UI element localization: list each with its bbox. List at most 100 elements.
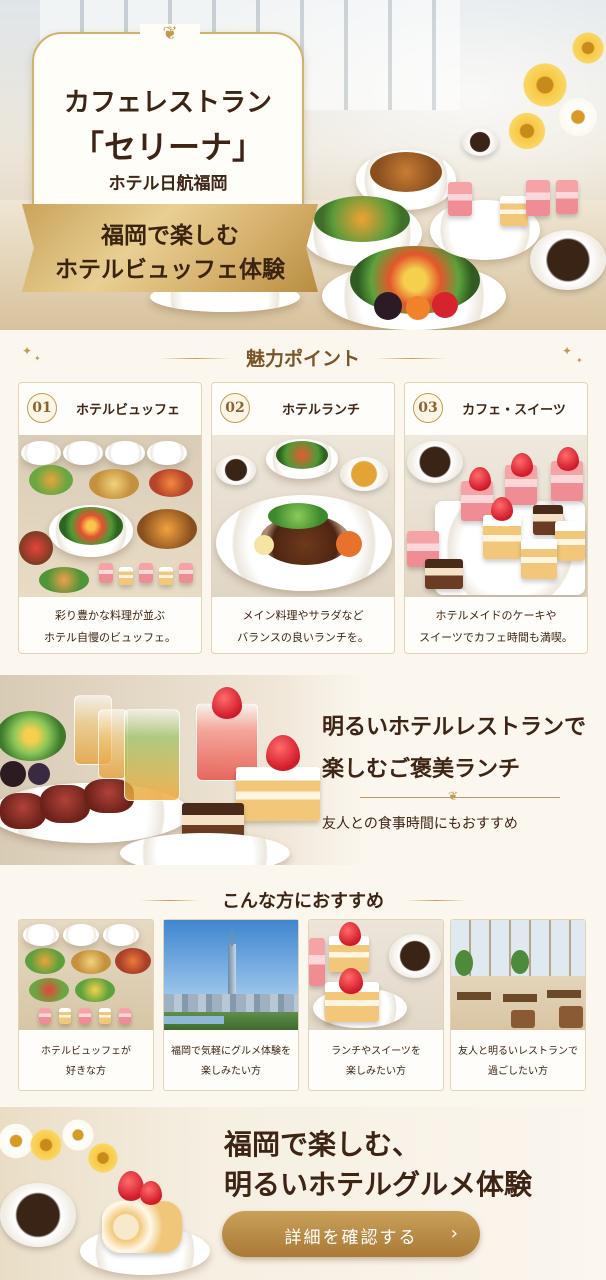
restaurant-interior-photo <box>451 920 585 1030</box>
buffet-photo <box>19 920 153 1030</box>
food-image <box>336 531 362 557</box>
feature-description: 彩り豊かな料理が並ぶ <box>55 609 165 622</box>
strawberry-image <box>339 968 363 994</box>
lunch-divider <box>360 797 560 798</box>
dish-image <box>105 441 145 465</box>
food-image <box>374 292 402 320</box>
food-image <box>115 948 151 974</box>
strawberry-image <box>491 497 513 521</box>
dessert-glass-image <box>124 709 180 801</box>
food-image <box>0 761 26 787</box>
restaurant-type: カフェレストラン <box>63 88 272 118</box>
recommend-text: ランチやスイーツを <box>331 1046 421 1057</box>
plant-image <box>455 950 473 976</box>
dessert-image <box>119 567 133 585</box>
coffee-cup-image <box>407 441 463 483</box>
ornament-icon: ❦ <box>448 789 459 803</box>
table-image <box>503 994 537 1002</box>
hero-banner-line1: 福岡で楽しむ <box>101 222 239 249</box>
cake-coffee-photo <box>309 920 443 1030</box>
hero-banner-line2: ホテルビュッフェ体験 <box>55 256 285 283</box>
recommend-card-sweets: ランチやスイーツを 楽しみたい方 <box>308 919 444 1091</box>
dessert-image <box>555 521 585 561</box>
recommend-card-restaurant: 友人と明るいレストランで 過ごしたい方 <box>450 919 586 1091</box>
dish-image <box>63 924 99 946</box>
strawberry-image <box>140 1181 162 1205</box>
dessert-image <box>556 180 578 214</box>
soup-cup-image <box>340 457 388 491</box>
cta-headline-line1: 福岡で楽しむ、 <box>224 1128 421 1161</box>
recommend-text: 楽しみたい方 <box>346 1066 406 1077</box>
recommend-text: ホテルビュッフェが <box>41 1046 131 1057</box>
dish-image <box>63 441 103 465</box>
dessert-image <box>309 938 325 986</box>
appeal-title: 魅力ポイント <box>245 348 360 370</box>
strawberry-image <box>511 453 533 477</box>
coffee-cup-image <box>530 230 606 290</box>
cake-roll-image <box>102 1201 182 1253</box>
food-image <box>29 978 69 1002</box>
food-image <box>149 469 193 497</box>
view-details-label: 詳細を確認する <box>284 1228 418 1248</box>
chevron-right-icon: › <box>450 1223 460 1244</box>
food-image <box>59 507 123 545</box>
chair-image <box>511 1010 535 1028</box>
food-image <box>432 292 458 318</box>
feature-description: バランスの良いランチを。 <box>237 631 369 644</box>
dessert-image <box>179 563 193 583</box>
ornament-icon: ❦ <box>140 24 200 44</box>
flower-image <box>506 110 548 152</box>
food-image <box>370 152 442 192</box>
strawberry-image <box>339 922 361 946</box>
flower-image <box>556 95 600 139</box>
dessert-image <box>79 1008 91 1024</box>
food-image <box>406 296 430 320</box>
lunch-banner: 明るいホテルレストランで 楽しむご褒美ランチ ❦ 友人との食事時間にもおすすめ <box>0 675 606 865</box>
food-image <box>25 948 65 974</box>
recommend-card-fukuoka: 福岡で気軽にグルメ体験を 楽しみたい方 <box>163 919 299 1091</box>
lunch-plate-photo <box>212 435 394 597</box>
table-image <box>547 990 581 998</box>
recommend-text: 好きな方 <box>66 1066 106 1077</box>
feature-description: メイン料理やサラダなど <box>242 609 364 622</box>
food-image <box>28 763 50 785</box>
hero-section: ❦ カフェレストラン 「セリーナ」 ホテル日航福岡 福岡で楽しむ ホテルビュッフ… <box>0 0 606 330</box>
dish-image <box>120 833 290 865</box>
beef-image <box>40 785 90 823</box>
recommend-text: 楽しみたい方 <box>201 1066 261 1077</box>
hotel-name: ホテル日航福岡 <box>108 174 228 194</box>
dessert-image <box>39 1008 51 1024</box>
feature-description: ホテルメイドのケーキや <box>435 609 557 622</box>
cta-section: 福岡で楽しむ、 明るいホテルグルメ体験 詳細を確認する › <box>0 1107 606 1280</box>
food-image <box>137 509 197 549</box>
cake-photo <box>405 435 587 597</box>
food-image <box>254 535 274 555</box>
feature-card-sweets: 03 カフェ・スイーツ ホテルメイドのケーキや スイーツでカフェ時間も満喫。 <box>404 382 588 654</box>
feature-description: ホテル自慢のビュッフェ。 <box>44 631 176 644</box>
recommend-title: こんな方におすすめ <box>222 891 384 912</box>
coffee-cup-image <box>389 934 441 978</box>
lunch-headline-line2: 楽しむご褒美ランチ <box>322 756 521 782</box>
food-image <box>71 950 111 974</box>
plant-image <box>511 950 529 974</box>
strawberry-image <box>266 735 300 771</box>
dish-image <box>103 924 139 946</box>
dish-image <box>21 441 61 465</box>
dessert-image <box>500 196 528 226</box>
view-details-button[interactable]: 詳細を確認する › <box>222 1211 480 1257</box>
dessert-image <box>521 539 557 579</box>
food-image <box>39 567 89 593</box>
flower-image <box>86 1141 120 1175</box>
dessert-image <box>99 1008 111 1024</box>
flower-image <box>28 1127 64 1163</box>
food-image <box>19 531 53 565</box>
recommend-text: 福岡で気軽にグルメ体験を <box>171 1046 291 1057</box>
coffee-cup-image <box>0 1183 76 1247</box>
food-image <box>29 465 73 495</box>
food-image <box>268 503 328 529</box>
dessert-image <box>425 559 463 589</box>
river-image <box>164 1016 224 1024</box>
dish-image <box>147 441 187 465</box>
recommend-section: こんな方におすすめ ホテルビュッフェが 好きな方 福岡で気軽にグルメ体験を 楽し… <box>0 865 606 1107</box>
appeal-section: ✦ ✦ ✦ ✦ 魅力ポイント 01 ホテルビュッフェ 彩り豊かな料理が並ぶ ホテ… <box>0 330 606 675</box>
